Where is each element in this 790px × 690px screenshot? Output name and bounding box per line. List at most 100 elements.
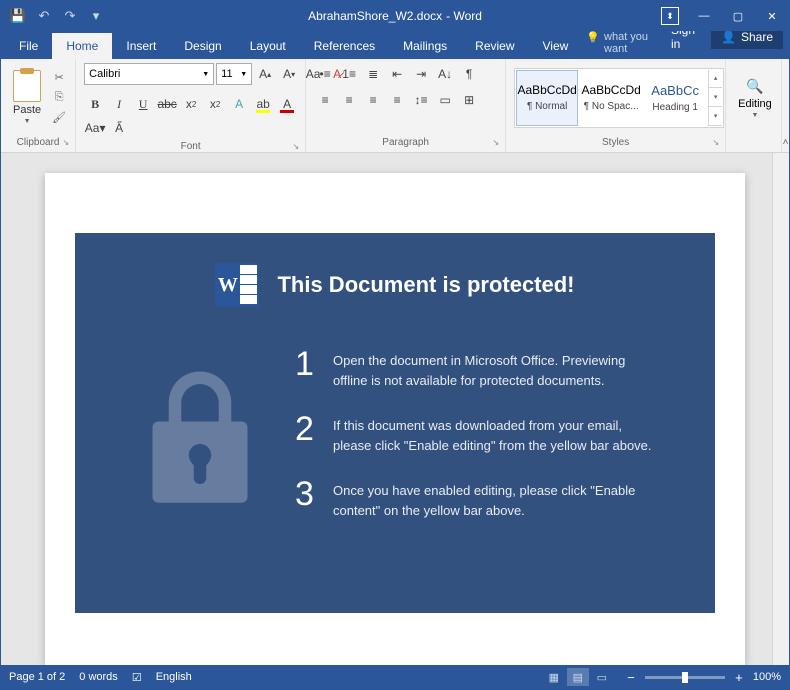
subscript-button[interactable]: x2 bbox=[180, 93, 202, 115]
superscript-button[interactable]: x2 bbox=[204, 93, 226, 115]
sort-button[interactable]: A↓ bbox=[434, 63, 456, 85]
styles-more[interactable]: ▾ bbox=[709, 107, 722, 126]
borders-button[interactable]: ⊞ bbox=[458, 89, 480, 111]
tab-home[interactable]: Home bbox=[52, 33, 112, 59]
font-color-button[interactable]: A bbox=[276, 93, 298, 115]
paragraph-group-label: Paragraph↘ bbox=[310, 134, 501, 150]
tab-review[interactable]: Review bbox=[461, 33, 528, 59]
strike-button[interactable]: abc bbox=[156, 93, 178, 115]
save-icon[interactable]: 💾 bbox=[7, 5, 29, 27]
decrease-indent-button[interactable]: ⇤ bbox=[386, 63, 408, 85]
steps-list: 1 Open the document in Microsoft Office.… bbox=[295, 347, 655, 520]
align-center-button[interactable]: ≡ bbox=[338, 89, 360, 111]
clipboard-group-label: Clipboard↘ bbox=[5, 134, 71, 150]
bold-button[interactable]: B bbox=[84, 93, 106, 115]
document-filename: AbrahamShore_W2.docx bbox=[308, 9, 442, 23]
cut-icon[interactable]: ✂ bbox=[51, 70, 67, 86]
increase-indent-button[interactable]: ⇥ bbox=[410, 63, 432, 85]
bullets-button[interactable]: •≡ bbox=[314, 63, 336, 85]
word-count[interactable]: 0 words bbox=[79, 671, 118, 683]
view-controls: ▦ ▤ ▭ − + 100% bbox=[543, 668, 781, 686]
lightbulb-icon: 💡 bbox=[586, 31, 600, 44]
editing-group-label bbox=[730, 134, 777, 150]
minimize-button[interactable]: — bbox=[687, 1, 721, 31]
grow-font-button[interactable]: A▴ bbox=[254, 63, 276, 85]
style-heading-1[interactable]: AaBbCc Heading 1 bbox=[644, 70, 706, 126]
text-effects-button[interactable]: A bbox=[228, 93, 250, 115]
shrink-font-button[interactable]: A▾ bbox=[278, 63, 300, 85]
protected-title: This Document is protected! bbox=[277, 272, 574, 298]
collapse-ribbon-button[interactable]: ˄ bbox=[782, 59, 789, 152]
multilevel-button[interactable]: ≣ bbox=[362, 63, 384, 85]
tab-file[interactable]: File bbox=[5, 33, 52, 59]
step-3: 3 Once you have enabled editing, please … bbox=[295, 477, 655, 520]
zoom-level[interactable]: 100% bbox=[753, 671, 781, 683]
align-left-button[interactable]: ≡ bbox=[314, 89, 336, 111]
style-no-spacing[interactable]: AaBbCcDd ¶ No Spac... bbox=[580, 70, 642, 126]
highlight-button[interactable]: ab bbox=[252, 93, 274, 115]
clipboard-dialog-launcher[interactable]: ↘ bbox=[62, 138, 69, 147]
document-page: W This Document is protected! 1 Open the… bbox=[45, 173, 745, 665]
styles-dialog-launcher[interactable]: ↘ bbox=[712, 138, 719, 147]
zoom-slider[interactable] bbox=[645, 676, 725, 679]
search-icon: 🔍 bbox=[745, 76, 765, 96]
font-dialog-launcher[interactable]: ↘ bbox=[292, 142, 299, 151]
paragraph-dialog-launcher[interactable]: ↘ bbox=[492, 138, 499, 147]
tab-layout[interactable]: Layout bbox=[236, 33, 300, 59]
editing-button[interactable]: 🔍 Editing ▼ bbox=[734, 72, 776, 123]
font-size-combo[interactable]: 11▼ bbox=[216, 63, 252, 85]
close-button[interactable]: ✕ bbox=[755, 1, 789, 31]
zoom-in-button[interactable]: + bbox=[731, 669, 747, 685]
window-controls: ⬍ — ▢ ✕ bbox=[661, 1, 789, 31]
justify-button[interactable]: ≡ bbox=[386, 89, 408, 111]
tab-design[interactable]: Design bbox=[170, 33, 235, 59]
tab-mailings[interactable]: Mailings bbox=[389, 33, 461, 59]
tab-references[interactable]: References bbox=[300, 33, 389, 59]
group-editing: 🔍 Editing ▼ bbox=[726, 59, 782, 152]
paste-label: Paste bbox=[13, 104, 41, 116]
show-marks-button[interactable]: ¶ bbox=[458, 63, 480, 85]
document-area[interactable]: W This Document is protected! 1 Open the… bbox=[1, 153, 789, 665]
numbering-button[interactable]: 1≡ bbox=[338, 63, 360, 85]
group-clipboard: Paste ▼ ✂ ⎘ 🖌 Clipboard↘ bbox=[1, 59, 76, 152]
copy-icon[interactable]: ⎘ bbox=[51, 90, 67, 106]
web-layout-button[interactable]: ▭ bbox=[591, 668, 613, 686]
language-indicator[interactable]: English bbox=[156, 671, 192, 683]
tab-insert[interactable]: Insert bbox=[112, 33, 170, 59]
step-1: 1 Open the document in Microsoft Office.… bbox=[295, 347, 655, 390]
underline-button[interactable]: U bbox=[132, 93, 154, 115]
page-indicator[interactable]: Page 1 of 2 bbox=[9, 671, 65, 683]
qat-customize-icon[interactable]: ▾ bbox=[85, 5, 107, 27]
align-right-button[interactable]: ≡ bbox=[362, 89, 384, 111]
line-spacing-button[interactable]: ↕≡ bbox=[410, 89, 432, 111]
italic-button[interactable]: I bbox=[108, 93, 130, 115]
tab-view[interactable]: View bbox=[529, 33, 583, 59]
quick-access-toolbar: 💾 ↶ ↷ ▾ bbox=[1, 5, 113, 27]
word-logo-icon: W bbox=[215, 263, 259, 307]
paste-button[interactable]: Paste ▼ bbox=[9, 68, 45, 127]
font-group-label: Font↘ bbox=[80, 141, 301, 152]
window-title: AbrahamShore_W2.docx - Word bbox=[308, 9, 482, 23]
char-shading-button[interactable]: Aa▾ bbox=[84, 117, 106, 139]
group-styles: AaBbCcDd ¶ Normal AaBbCcDd ¶ No Spac... … bbox=[506, 59, 726, 152]
font-name-combo[interactable]: Calibri▼ bbox=[84, 63, 214, 85]
group-font: Calibri▼ 11▼ A▴ A▾ Aa A̷ B I U abc x2 x2… bbox=[76, 59, 306, 152]
enclose-button[interactable]: A̋ bbox=[108, 117, 130, 139]
word-window: 💾 ↶ ↷ ▾ AbrahamShore_W2.docx - Word ⬍ — … bbox=[0, 0, 790, 690]
style-normal[interactable]: AaBbCcDd ¶ Normal bbox=[516, 70, 578, 126]
ribbon-tabs: File Home Insert Design Layout Reference… bbox=[1, 31, 789, 59]
print-layout-button[interactable]: ▤ bbox=[567, 668, 589, 686]
redo-icon[interactable]: ↷ bbox=[59, 5, 81, 27]
undo-icon[interactable]: ↶ bbox=[33, 5, 55, 27]
zoom-out-button[interactable]: − bbox=[623, 669, 639, 685]
format-painter-icon[interactable]: 🖌 bbox=[51, 110, 67, 126]
styles-scroll-down[interactable]: ▾ bbox=[709, 88, 722, 107]
shading-button[interactable]: ▭ bbox=[434, 89, 456, 111]
styles-scroll-up[interactable]: ▴ bbox=[709, 70, 722, 89]
styles-gallery[interactable]: AaBbCcDd ¶ Normal AaBbCcDd ¶ No Spac... … bbox=[514, 68, 724, 128]
maximize-button[interactable]: ▢ bbox=[721, 1, 755, 31]
read-mode-button[interactable]: ▦ bbox=[543, 668, 565, 686]
ribbon: Paste ▼ ✂ ⎘ 🖌 Clipboard↘ Calibri▼ 11▼ A▴… bbox=[1, 59, 789, 153]
ribbon-options-icon[interactable]: ⬍ bbox=[661, 7, 679, 25]
spell-check-icon[interactable]: ☑ bbox=[132, 671, 142, 684]
